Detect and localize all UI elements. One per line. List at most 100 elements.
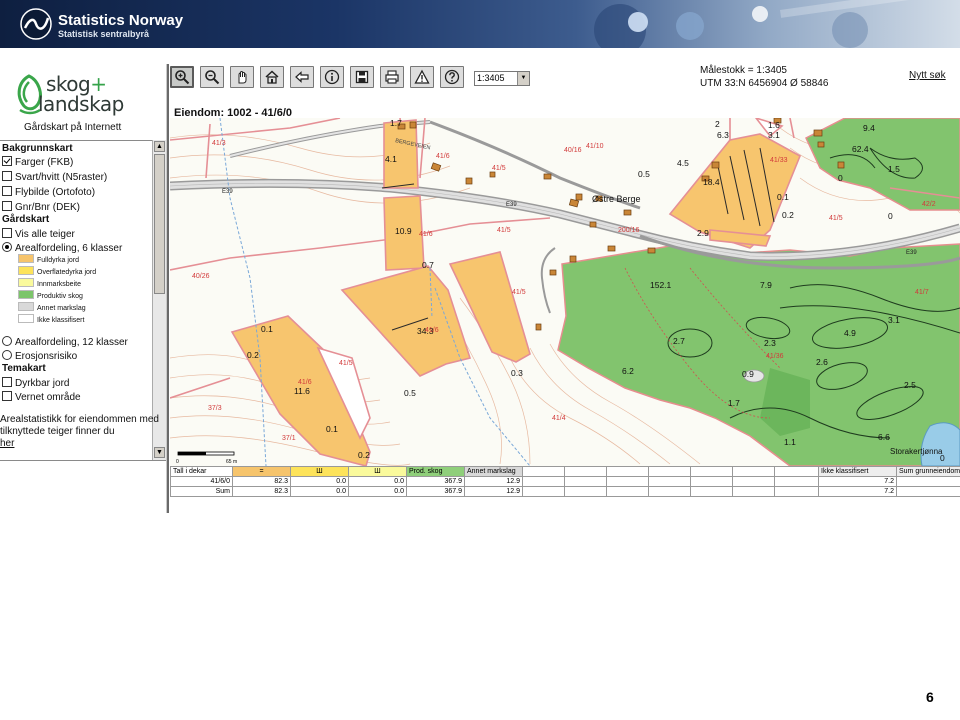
- new-search-link[interactable]: Nytt søk: [909, 70, 946, 81]
- radio-icon[interactable]: [2, 336, 12, 346]
- column-header: Ikke klassifisert: [818, 466, 897, 477]
- layer-dyrkbar-jord[interactable]: Dyrkbar jord: [2, 377, 69, 389]
- parcel-id-label: 41/6: [425, 327, 439, 334]
- column-header: Sum grunneiendom: [896, 466, 960, 477]
- panel-divider: [0, 460, 166, 461]
- parcel-area-label: 0.2: [247, 350, 259, 360]
- parcel-id-label: 42/2: [922, 201, 936, 208]
- checkbox-icon[interactable]: [2, 228, 12, 238]
- legend-label: Annet markslag: [37, 305, 86, 312]
- pan-button[interactable]: [230, 66, 254, 88]
- parcel-area-label: 4.1: [385, 154, 397, 164]
- parcel-id-label: 41/3: [212, 140, 226, 147]
- checkbox-icon[interactable]: [2, 186, 12, 196]
- parcel-id-label: 40/26: [192, 273, 210, 280]
- zoom-in-icon: [175, 70, 190, 85]
- print-icon: [385, 70, 399, 84]
- chevron-down-icon[interactable]: ▼: [517, 72, 529, 85]
- checkbox-icon[interactable]: [2, 201, 12, 211]
- layer-list-scrollbar[interactable]: ▲ ▼: [152, 140, 166, 460]
- back-arrow-icon: [295, 71, 309, 83]
- parcel-area-label: 7.9: [760, 280, 772, 290]
- parcel-area-label: 1.7: [728, 398, 740, 408]
- layer-vis-alle-teiger[interactable]: Vis alle teiger: [2, 228, 75, 240]
- layer-erosjonsrisiko[interactable]: Erosjonsrisiko: [2, 350, 77, 362]
- checkbox-icon[interactable]: [2, 171, 12, 181]
- parcel-area-label: 0: [888, 211, 893, 221]
- pan-icon: [238, 71, 247, 84]
- help-icon: [444, 69, 460, 85]
- map-scalebar: 0 65 m: [176, 451, 237, 465]
- parcel-id-label: 37/1: [282, 435, 296, 442]
- page-number: 6: [926, 689, 934, 705]
- table-cell: 12.9: [464, 476, 523, 487]
- areal-statistics-link[interactable]: her: [0, 438, 14, 449]
- parcel-id-label: 41/5: [339, 360, 353, 367]
- scale-select[interactable]: 1:3405 ▼: [474, 71, 530, 86]
- column-header: [522, 466, 565, 477]
- zoom-out-button[interactable]: [200, 66, 224, 88]
- parcel-area-label: 1.6: [768, 120, 780, 130]
- place-storakertjonna: Storakertjønna: [890, 447, 943, 456]
- legend-swatch: [18, 314, 34, 323]
- layer-farger[interactable]: Farger (FKB): [2, 156, 73, 168]
- column-header: [774, 466, 819, 477]
- map-canvas[interactable]: 4.110.90.71.734.30.50.30.10.211.60.10.22…: [170, 118, 960, 466]
- section-temakart: Temakart: [2, 363, 46, 374]
- table-cell: 470.3: [896, 486, 960, 497]
- scroll-thumb[interactable]: [154, 154, 165, 294]
- radio-icon[interactable]: [2, 242, 12, 252]
- left-panel: skog+ landskap Gårdskart på Internett Ba…: [0, 64, 167, 513]
- parcel-area-label: 1.1: [784, 437, 796, 447]
- layer-flybilde[interactable]: Flybilde (Ortofoto): [2, 186, 95, 198]
- table-row: 41/6/082.30.00.0367.912.97.2470.3: [170, 476, 960, 487]
- ssb-logo-icon: [20, 8, 52, 40]
- parcel-area-label: 6.3: [717, 130, 729, 140]
- parcel-id-label: 37/3: [208, 405, 222, 412]
- home-icon: [265, 70, 279, 84]
- checkbox-icon[interactable]: [2, 156, 12, 166]
- back-button[interactable]: [290, 66, 314, 88]
- layer-gnr-bnr[interactable]: Gnr/Bnr (DEK): [2, 201, 80, 213]
- layer-arealfordeling-6[interactable]: Arealfordeling, 6 klasser: [2, 242, 122, 254]
- place-ostre-berge: Østre Berge: [592, 194, 641, 204]
- zoom-out-icon: [205, 70, 220, 85]
- parcel-area-label: 0: [838, 173, 843, 183]
- skog-landskap-logo: skog+ landskap: [14, 70, 154, 118]
- info-button[interactable]: [320, 66, 344, 88]
- warning-icon: [414, 69, 430, 84]
- parcel-area-label: 3.1: [888, 315, 900, 325]
- layer-vernet-omrade[interactable]: Vernet område: [2, 391, 81, 403]
- parcel-id-label: 41/5: [497, 227, 511, 234]
- site-banner: Statistics Norway Statistisk sentralbyrå: [0, 0, 960, 48]
- layer-svart-hvitt[interactable]: Svart/hvitt (N5raster): [2, 171, 107, 183]
- column-header: [648, 466, 691, 477]
- zoom-in-button[interactable]: [170, 66, 194, 88]
- road-access: [540, 247, 556, 314]
- layer-arealfordeling-12[interactable]: Arealfordeling, 12 klasser: [2, 336, 128, 348]
- help-button[interactable]: [440, 66, 464, 88]
- parcel-area-label: 6.2: [622, 366, 634, 376]
- parcel-area-label: 0.2: [358, 450, 370, 460]
- column-header: Ш: [348, 466, 407, 477]
- parcel-area-label: 4.9: [844, 328, 856, 338]
- print-button[interactable]: [380, 66, 404, 88]
- parcel-area-label: 0.3: [511, 368, 523, 378]
- home-button[interactable]: [260, 66, 284, 88]
- scroll-up-icon[interactable]: ▲: [154, 141, 165, 152]
- save-button[interactable]: [350, 66, 374, 88]
- parcel-area-label: 152.1: [650, 280, 672, 290]
- checkbox-icon[interactable]: [2, 391, 12, 401]
- column-header: Annet markslag: [464, 466, 523, 477]
- checkbox-icon[interactable]: [2, 377, 12, 387]
- warning-button[interactable]: [410, 66, 434, 88]
- legend-swatch: [18, 302, 34, 311]
- column-header: [564, 466, 607, 477]
- table-cell: 0.0: [290, 486, 349, 497]
- radio-icon[interactable]: [2, 350, 12, 360]
- table-cell: 0.0: [290, 476, 349, 487]
- column-header: Ш: [290, 466, 349, 477]
- malestokk-text: Målestokk = 1:3405: [700, 65, 787, 76]
- parcel-area-label: 1.7: [390, 118, 402, 128]
- map-view[interactable]: 4.1 10.9 0.7 1.7 34.3 0.5 0.3 0.1 0.2 11.6 0.1 0.2 2…: [170, 118, 960, 466]
